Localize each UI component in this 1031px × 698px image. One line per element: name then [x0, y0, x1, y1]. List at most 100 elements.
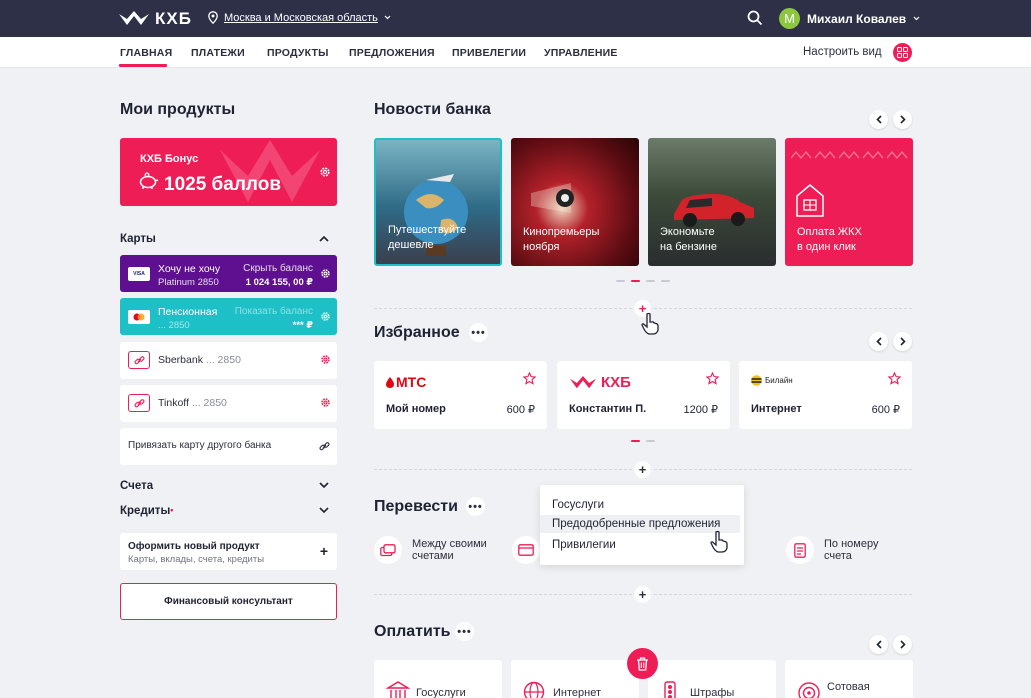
carousel-dot[interactable]: [646, 440, 655, 442]
dropdown-item-gosuslugi[interactable]: Госуслуги: [540, 496, 740, 514]
favorite-card-beeline[interactable]: Билайн Интернет 600 ₽: [739, 361, 912, 429]
favorites-next-button[interactable]: [893, 332, 912, 351]
chevron-down-icon[interactable]: [319, 507, 329, 514]
pattern-decoration-icon: [791, 150, 908, 160]
news-card-utilities[interactable]: Оплата ЖКХ в один клик: [785, 138, 913, 266]
card-row-pension[interactable]: Пенсионная ... 2850 Показать баланс *** …: [120, 298, 337, 335]
accounts-section-label[interactable]: Счета: [120, 480, 153, 492]
mts-logo-icon: МТС: [386, 374, 426, 390]
search-button[interactable]: [747, 10, 763, 31]
star-icon[interactable]: [706, 372, 719, 385]
card-row-platinum[interactable]: VISA Хочу не хочу Platinum 2850 Скрыть б…: [120, 255, 337, 292]
region-selector[interactable]: Москва и Московская область: [208, 11, 391, 24]
favorites-more-button[interactable]: •••: [469, 323, 488, 342]
show-balance-link[interactable]: Показать баланс: [235, 306, 313, 317]
pay-prev-button[interactable]: [869, 635, 888, 654]
transfer-more-button[interactable]: •••: [466, 497, 485, 516]
pay-card-gosuslugi[interactable]: Госуслуги: [374, 660, 502, 698]
nav-item-payments[interactable]: ПЛАТЕЖИ: [191, 47, 245, 59]
new-product-subtitle: Карты, вклады, счета, кредиты: [128, 554, 265, 565]
favorite-card-mts[interactable]: МТС Мой номер 600 ₽: [374, 361, 547, 429]
gear-icon[interactable]: [319, 166, 331, 178]
khb-logo-icon: КХБ: [569, 374, 631, 391]
pay-next-button[interactable]: [893, 635, 912, 654]
nav-item-offers[interactable]: ПРЕДЛОЖЕНИЯ: [349, 47, 435, 59]
news-card-fuel[interactable]: Экономьте на бензине: [648, 138, 776, 266]
news-caption: Экономьте на бензине: [660, 226, 717, 253]
star-icon[interactable]: [888, 372, 901, 385]
favorites-prev-button[interactable]: [869, 332, 888, 351]
pay-card-internet[interactable]: Интернет: [511, 660, 639, 698]
link-other-bank-label: Привязать карту другого банка: [128, 440, 272, 451]
transfer-icon: [374, 536, 402, 564]
delete-button[interactable]: [627, 648, 658, 679]
pay-label: Госуслуги: [416, 687, 466, 698]
bonus-label: КХБ Бонус: [140, 153, 199, 165]
card-balance: *** ₽: [292, 320, 313, 331]
plus-icon: +: [638, 587, 647, 602]
favorite-amount: 600 ₽: [506, 404, 535, 416]
gear-icon[interactable]: [320, 397, 331, 408]
transfer-by-account-number[interactable]: По номеру счета: [786, 536, 878, 564]
chevron-left-icon: [875, 337, 882, 346]
gear-icon[interactable]: [320, 354, 331, 365]
top-bar: КХБ Москва и Московская область М Михаил…: [0, 0, 1031, 37]
credits-section-label[interactable]: Кредиты•: [120, 505, 173, 517]
card-row-tinkoff[interactable]: Tinkoff ... 2850: [120, 385, 337, 422]
nav-item-products[interactable]: ПРОДУКТЫ: [267, 47, 329, 59]
user-menu[interactable]: М Михаил Ковалев: [779, 8, 920, 29]
transfer-between-accounts[interactable]: Между своими счетами: [374, 536, 487, 564]
nav-item-privileges[interactable]: ПРИВЕЛЕГИИ: [452, 47, 526, 59]
hand-cursor-icon: [710, 530, 728, 553]
add-section-button[interactable]: +: [634, 461, 651, 478]
plus-icon: +: [638, 462, 647, 477]
favorite-amount: 600 ₽: [871, 404, 900, 416]
news-card-travel[interactable]: Путешествуйте дешевле: [374, 138, 502, 266]
pay-card-mobile[interactable]: Сотовая: [785, 660, 913, 698]
news-prev-button[interactable]: [869, 110, 888, 129]
carousel-dot-active[interactable]: [631, 280, 640, 282]
carousel-dot[interactable]: [616, 280, 625, 282]
link-other-bank-card[interactable]: Привязать карту другого банка: [120, 428, 337, 465]
customize-view-button[interactable]: [893, 43, 912, 62]
pay-card-fines[interactable]: Штрафы: [648, 660, 776, 698]
carousel-dot[interactable]: [661, 280, 670, 282]
bonus-card[interactable]: КХБ Бонус 1025 баллов: [120, 138, 337, 206]
card-label: Sberbank ... 2850: [158, 354, 241, 366]
star-icon[interactable]: [523, 372, 536, 385]
card-transfer-icon[interactable]: [512, 536, 540, 564]
financial-consultant-button[interactable]: Финансовый консультант: [120, 583, 337, 620]
card-row-sberbank[interactable]: Sberbank ... 2850: [120, 342, 337, 379]
news-card-cinema[interactable]: Кинопремьеры ноября: [511, 138, 639, 266]
news-next-button[interactable]: [893, 110, 912, 129]
card-name: Хочу не хочу: [158, 263, 221, 275]
chevron-up-icon[interactable]: [319, 235, 329, 242]
bonus-value: 1025 баллов: [164, 174, 282, 195]
nav-active-indicator: [119, 64, 167, 67]
traffic-light-icon: [664, 681, 676, 698]
more-dots-icon: •••: [457, 625, 472, 638]
add-section-button[interactable]: +: [634, 586, 651, 603]
government-building-icon: [386, 681, 410, 698]
carousel-dot[interactable]: [646, 280, 655, 282]
bank-logo[interactable]: КХБ: [119, 9, 192, 29]
carousel-dot-active[interactable]: [631, 440, 640, 442]
gear-icon[interactable]: [320, 311, 331, 322]
globe-icon: [523, 681, 545, 698]
customize-view-link[interactable]: Настроить вид: [803, 46, 882, 58]
gear-icon[interactable]: [320, 268, 331, 279]
projector-image-icon: [531, 183, 574, 213]
trash-icon: [637, 656, 648, 671]
pay-more-button[interactable]: •••: [455, 622, 474, 641]
chevron-down-icon: [913, 16, 920, 21]
more-dots-icon: •••: [468, 500, 483, 513]
nav-item-main[interactable]: ГЛАВНАЯ: [120, 47, 172, 59]
new-product-button[interactable]: Оформить новый продукт Карты, вклады, сч…: [120, 533, 337, 570]
pay-label: Интернет: [553, 687, 601, 698]
notification-dot-icon: •: [170, 505, 174, 515]
hide-balance-link[interactable]: Скрыть баланс: [243, 263, 313, 274]
avatar: М: [779, 8, 800, 29]
favorite-card-khb[interactable]: КХБ Константин П. 1200 ₽: [557, 361, 730, 429]
chevron-down-icon[interactable]: [319, 482, 329, 489]
nav-item-management[interactable]: УПРАВЛЕНИЕ: [544, 47, 618, 59]
